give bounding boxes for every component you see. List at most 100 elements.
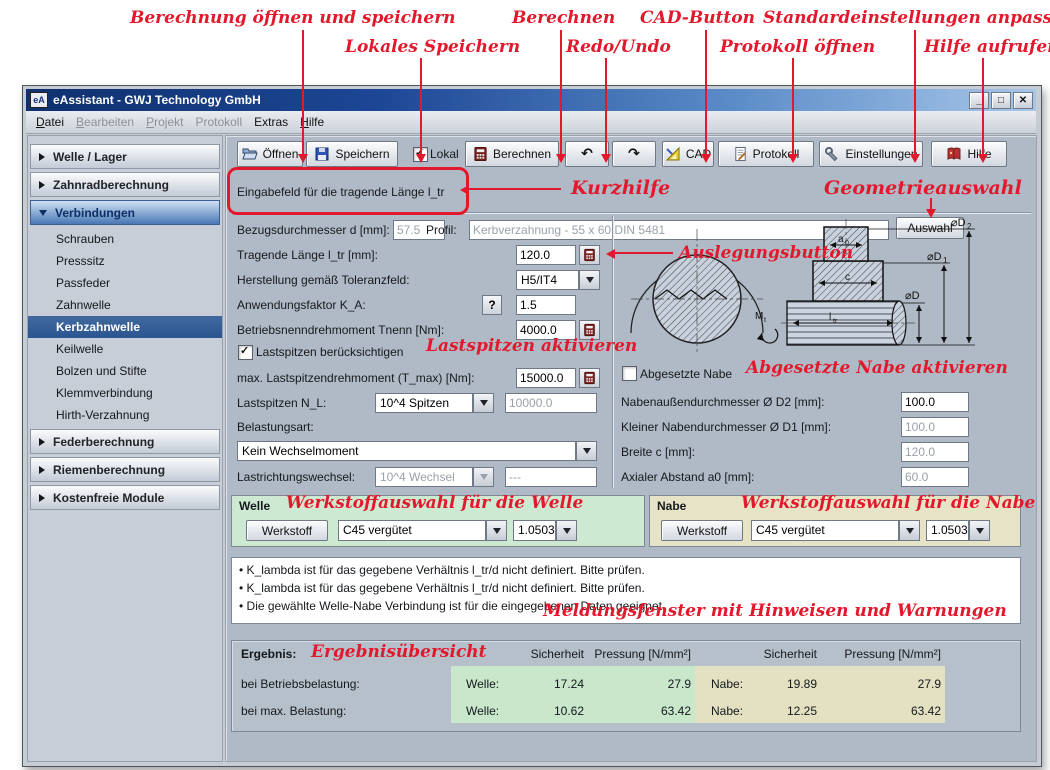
annotation-settings: Standardeinstellungen anpassen xyxy=(763,8,1050,28)
lastspitzen-nl-select[interactable]: 10^4 Spitzen xyxy=(375,393,473,413)
save-button[interactable]: Speichern xyxy=(306,141,398,167)
app-icon: eA xyxy=(30,92,48,108)
sidebar-item-passfeder[interactable]: Passfeder xyxy=(28,272,222,294)
toleranzfeld-select[interactable]: H5/IT4 xyxy=(516,270,579,290)
berechnen-button[interactable]: Berechnen xyxy=(465,141,559,167)
sidebar-navigation: Welle / Lager Zahnradberechnung Verbindu… xyxy=(27,135,223,762)
sidebar-section-label: Verbindungen xyxy=(55,206,135,220)
sidebar-item-kerbzahnwelle[interactable]: Kerbzahnwelle xyxy=(28,316,222,338)
max-lastspitzenmoment-input[interactable]: 15000.0 xyxy=(516,368,576,388)
sidebar-item-keilwelle[interactable]: Keilwelle xyxy=(28,338,222,360)
nabe-material-select-arrow[interactable] xyxy=(899,520,920,541)
open-button[interactable]: Öffnen xyxy=(237,141,303,167)
anwendungsfaktor-input[interactable]: 1.5 xyxy=(516,295,576,315)
nabe-material-select[interactable]: C45 vergütet xyxy=(751,520,899,541)
nabe-material-number-arrow[interactable] xyxy=(969,520,990,541)
sidebar-item-zahnwelle[interactable]: Zahnwelle xyxy=(28,294,222,316)
sidebar-item-klemmverbindung[interactable]: Klemmverbindung xyxy=(28,382,222,404)
nabe-werkstoff-button[interactable]: Werkstoff xyxy=(661,520,743,541)
d2-input[interactable]: 100.0 xyxy=(901,392,969,412)
abgesetzte-nabe-checkbox[interactable] xyxy=(622,366,637,381)
sidebar-item-bolzen-stifte[interactable]: Bolzen und Stifte xyxy=(28,360,222,382)
redo-button[interactable]: ↷ xyxy=(612,141,656,167)
results-value: 19.89 xyxy=(729,677,817,691)
nabe-werkstoff-button-label: Werkstoff xyxy=(677,524,727,538)
menu-datei[interactable]: Datei xyxy=(34,113,74,131)
results-value: 27.9 xyxy=(818,677,941,691)
lastrichtungswechsel-select-arrow xyxy=(473,467,494,487)
annotation-arrow-line xyxy=(914,30,916,154)
sidebar-section-zahnradberechnung[interactable]: Zahnradberechnung xyxy=(30,172,220,197)
hilfe-button[interactable]: Hilfe xyxy=(931,141,1007,167)
help-book-icon xyxy=(946,146,962,162)
annotation-hint-highlight xyxy=(227,167,469,215)
nabe-material-number-select[interactable]: 1.0503 xyxy=(926,520,969,541)
anwendungsfaktor-help-button[interactable]: ? xyxy=(482,295,502,315)
tragende-laenge-input[interactable]: 120.0 xyxy=(516,245,576,265)
tragende-laenge-calc-button[interactable] xyxy=(579,245,600,265)
open-button-label: Öffnen xyxy=(263,147,299,161)
annotation-arrow-line xyxy=(982,58,984,154)
toleranzfeld-select-arrow[interactable] xyxy=(579,270,600,290)
question-mark-icon: ? xyxy=(488,298,495,312)
title-bar[interactable]: eA eAssistant - GWJ Technology GmbH _ □ … xyxy=(26,89,1036,111)
sidebar-item-schrauben[interactable]: Schrauben xyxy=(28,228,222,250)
belastungsart-select[interactable]: Kein Wechselmoment xyxy=(237,441,576,461)
annotation-werkstoff-nabe: Werkstoffauswahl für die Nabe xyxy=(741,493,1035,513)
welle-material-select-arrow[interactable] xyxy=(486,520,507,541)
results-header-pressung-nabe: Pressung [N/mm²] xyxy=(818,647,941,661)
annotation-arrow-line xyxy=(615,252,673,254)
close-button[interactable]: ✕ xyxy=(1013,92,1033,109)
menu-protokoll: Protokoll xyxy=(193,113,252,131)
lastspitzen-nl-input: 10000.0 xyxy=(505,393,597,413)
welle-material-select[interactable]: C45 vergütet xyxy=(338,520,486,541)
lokal-checkbox-label: Lokal xyxy=(430,147,459,161)
sidebar-item-presssitz[interactable]: Presssitz xyxy=(28,250,222,272)
results-value: 63.42 xyxy=(568,704,691,718)
lastspitzen-checkbox[interactable] xyxy=(238,345,253,360)
max-lastspitzenmoment-calc-button[interactable] xyxy=(579,368,600,388)
chevron-down-icon xyxy=(906,528,914,534)
lastspitzen-nl-select-arrow[interactable] xyxy=(473,393,494,413)
einstellungen-button-label: Einstellungen xyxy=(845,147,917,161)
abstand-label: Axialer Abstand a0 [mm]: xyxy=(621,470,754,484)
toleranzfeld-label: Herstellung gemäß Toleranzfeld: xyxy=(237,273,410,287)
betriebsmoment-label: Betriebsnenndrehmoment Tnenn [Nm]: xyxy=(237,323,444,337)
breite-label: Breite c [mm]: xyxy=(621,445,695,459)
sidebar-item-hirth-verzahnung[interactable]: Hirth-Verzahnung xyxy=(28,404,222,426)
chevron-right-icon xyxy=(39,438,45,446)
document-icon xyxy=(733,146,748,162)
annotation-redo-undo: Redo/Undo xyxy=(566,37,671,57)
menu-extras[interactable]: Extras xyxy=(252,113,298,131)
welle-werkstoff-button[interactable]: Werkstoff xyxy=(246,520,328,541)
results-value: 63.42 xyxy=(818,704,941,718)
chevron-down-icon xyxy=(586,277,594,283)
protokoll-button[interactable]: Protokoll xyxy=(718,141,814,167)
menu-bar: Datei Bearbeiten Projekt Protokoll Extra… xyxy=(26,111,1036,134)
annotation-protocol: Protokoll öffnen xyxy=(720,37,875,57)
welle-panel-title: Welle xyxy=(239,499,270,513)
sidebar-section-kostenfreie-module[interactable]: Kostenfreie Module xyxy=(30,485,220,510)
belastungsart-select-arrow[interactable] xyxy=(576,441,597,461)
annotation-ergebnisuebersicht: Ergebnisübersicht xyxy=(311,642,487,662)
technical-drawing: a 0 c l tr ⌀D ⌀D 1 ⌀D 2 M t xyxy=(617,215,1021,363)
welle-material-number-select[interactable]: 1.0503 xyxy=(513,520,556,541)
welle-material-number-arrow[interactable] xyxy=(556,520,577,541)
annotation-arrow-head xyxy=(926,209,936,218)
einstellungen-button[interactable]: Einstellungen xyxy=(819,141,923,167)
cad-setsquare-icon xyxy=(665,146,681,162)
abstand-input: 60.0 xyxy=(901,467,969,487)
annotation-arrow-head xyxy=(298,154,308,163)
maximize-button[interactable]: □ xyxy=(991,92,1011,109)
sidebar-section-verbindungen[interactable]: Verbindungen xyxy=(30,200,220,225)
sidebar-section-label: Riemenberechnung xyxy=(53,463,165,477)
annotation-local-save: Lokales Speichern xyxy=(345,37,520,57)
annotation-arrow-head xyxy=(460,185,469,195)
sidebar-section-riemenberechnung[interactable]: Riemenberechnung xyxy=(30,457,220,482)
minimize-button[interactable]: _ xyxy=(969,92,989,109)
dim-label-ltr: l xyxy=(829,312,831,323)
results-row-label: bei max. Belastung: xyxy=(241,704,346,718)
dim-label-d2-sub: 2 xyxy=(967,222,972,231)
sidebar-section-federberechnung[interactable]: Federberechnung xyxy=(30,429,220,454)
sidebar-section-welle-lager[interactable]: Welle / Lager xyxy=(30,144,220,169)
